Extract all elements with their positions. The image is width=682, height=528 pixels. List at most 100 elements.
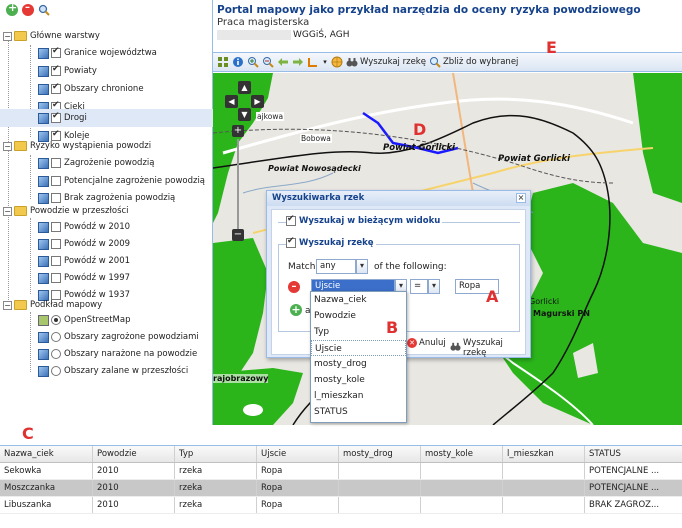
collapse-icon[interactable]: − [3,141,12,151]
annotation-e: E [546,38,557,57]
zoom-out-icon[interactable] [262,56,274,68]
table-cell: Ropa [257,463,339,479]
tree-group-podklad[interactable]: − Podkład mapowy [3,297,102,313]
dropdown-option-selected[interactable]: Ujscie [311,340,406,356]
layer-checkbox[interactable] [51,82,61,94]
layer-checkbox[interactable] [51,46,61,58]
chevron-down-icon[interactable]: ▾ [322,56,328,68]
search-in-view-checkbox[interactable] [286,214,296,226]
column-header[interactable]: Typ [175,446,257,462]
tree-item-drogi[interactable]: Drogi [0,109,213,127]
match-suffix: of the following: [374,262,447,272]
add-icon[interactable] [6,1,18,16]
match-select[interactable]: any [316,259,356,274]
zoom-slider[interactable] [237,139,239,229]
collapse-icon[interactable]: − [3,31,12,41]
column-header[interactable]: mosty_kole [421,446,503,462]
pan-up-icon[interactable]: ▲ [238,81,251,94]
zoom-out-button[interactable]: − [232,229,244,241]
collapse-icon[interactable]: − [3,206,12,216]
tree-item-obszary-zalane[interactable]: Obszary zalane w przeszłości [38,363,188,379]
column-header[interactable]: Powodzie [93,446,175,462]
cancel-button[interactable]: ✕ Anuluj [407,338,446,348]
layer-checkbox[interactable] [51,158,61,168]
base-layer-radio[interactable] [51,332,61,342]
dropdown-option[interactable]: l_mieszkan [311,388,406,404]
table-row-selected[interactable]: Moszczanka 2010 rzeka Ropa POTENCJALNE .… [0,480,682,497]
pan-left-icon[interactable]: ◀ [225,95,238,108]
search-button[interactable]: Wyszukaj rzekę [450,338,525,358]
tree-item-label: Powódź w 1997 [64,273,131,283]
layer-checkbox[interactable] [51,111,61,123]
zoom-in-button[interactable]: + [232,125,244,137]
search-river-checkbox[interactable] [286,236,296,248]
tree-item-powiaty[interactable]: Powiaty [38,63,97,79]
table-row[interactable]: Libuszanka 2010 rzeka Ropa BRAK ZAGROZ..… [0,497,682,514]
remove-condition-icon[interactable]: – [288,281,300,293]
remove-icon[interactable] [22,2,34,16]
tree-group-ryzyko[interactable]: − Ryzyko wystąpienia powodzi [3,138,151,154]
column-header[interactable]: STATUS [585,446,662,462]
layer-checkbox[interactable] [51,273,61,283]
dropdown-option[interactable]: Nazwa_ciek [311,292,406,308]
tree-group-powodzie[interactable]: − Powodzie w przeszłości [3,203,129,219]
tree-item-potencjalne[interactable]: Potencjalne zagrożenie powodzią [38,173,205,189]
column-header[interactable]: l_mieszkan [503,446,585,462]
pan-down-icon[interactable]: ▼ [238,108,251,121]
chevron-down-icon[interactable]: ▾ [356,259,368,274]
column-header[interactable]: Nazwa_ciek [0,446,93,462]
layer-checkbox[interactable] [51,239,61,249]
full-extent-icon[interactable] [217,56,229,68]
dropdown-option[interactable]: mosty_kole [311,372,406,388]
base-layer-radio[interactable] [51,349,61,359]
dropdown-option[interactable]: STATUS [311,404,406,420]
back-arrow-icon[interactable] [277,56,289,68]
tree-item-label: Brak zagrożenia powodzią [64,193,176,203]
table-cell [339,480,421,496]
tree-item-obszary-chronione[interactable]: Obszary chronione [38,81,144,97]
tree-item-powodz-2009[interactable]: Powódź w 2009 [38,236,130,252]
zoom-selected-button[interactable]: Zbliż do wybranej [429,56,518,68]
search-river-button[interactable]: Wyszukaj rzekę [346,56,426,68]
table-cell: 2010 [93,480,175,496]
tree-group-glowne-warstwy[interactable]: − Główne warstwy [3,28,100,44]
tree-item-powodz-2001[interactable]: Powódź w 2001 [38,253,130,269]
table-cell [339,463,421,479]
layer-checkbox[interactable] [51,256,61,266]
base-layer-radio[interactable] [51,315,61,325]
tree-item-powodz-1997[interactable]: Powódź w 1997 [38,270,130,286]
search-in-view-option[interactable]: Wyszukaj w bieżącym widoku [286,214,443,226]
collapse-icon[interactable]: − [3,300,12,310]
pan-right-icon[interactable]: ▶ [251,95,264,108]
table-cell [339,497,421,513]
tree-item-obszary-zagrozone[interactable]: Obszary zagrożone powodziami [38,329,199,345]
tree-item-zagrozenie[interactable]: Zagrożenie powodzią [38,155,154,171]
add-condition-icon[interactable]: + [290,304,302,316]
page-title: Portal mapowy jako przykład narzędzia do… [217,4,641,16]
tree-item-osm[interactable]: OpenStreetMap [38,312,130,328]
measure-icon[interactable] [307,56,319,68]
dropdown-option[interactable]: mosty_drog [311,356,406,372]
dialog-title[interactable]: Wyszukiwarka rzek × [267,191,530,206]
column-header[interactable]: mosty_drog [339,446,421,462]
tree-item-granice[interactable]: Granice województwa [38,45,157,61]
layer-checkbox[interactable] [51,222,61,232]
zoom-icon[interactable] [38,4,50,16]
layer-checkbox[interactable] [51,193,61,203]
tree-item-powodz-2010[interactable]: Powódź w 2010 [38,219,130,235]
layer-checkbox[interactable] [51,176,61,186]
close-icon[interactable]: × [516,193,526,203]
chevron-down-icon[interactable]: ▾ [428,279,440,294]
info-icon[interactable] [232,56,244,68]
tree-item-obszary-narazone[interactable]: Obszary narażone na powodzie [38,346,197,362]
zoom-in-icon[interactable] [247,56,259,68]
column-header[interactable]: Ujscie [257,446,339,462]
table-row[interactable]: Sekowka 2010 rzeka Ropa POTENCJALNE ... [0,463,682,480]
tree-group-label: Podkład mapowy [30,300,103,310]
operator-select[interactable]: = [410,279,428,294]
layer-checkbox[interactable] [51,64,61,76]
forward-arrow-icon[interactable] [292,56,304,68]
search-river-option[interactable]: Wyszukaj rzekę [286,236,376,248]
globe-icon[interactable] [331,56,343,68]
base-layer-radio[interactable] [51,366,61,376]
